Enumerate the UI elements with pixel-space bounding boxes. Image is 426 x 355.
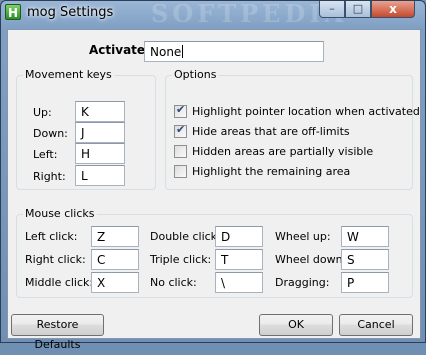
dragging-label: Dragging: — [275, 276, 330, 289]
text-caret — [182, 45, 184, 58]
double-click-label: Double click: — [150, 230, 221, 243]
options-title: Options — [172, 68, 219, 81]
activate-input[interactable]: None — [144, 41, 324, 62]
mouse-clicks-group: Mouse clicks Left click: Z Right click: … — [16, 207, 413, 298]
option-hide-offlimits[interactable]: Hide areas that are off-limits — [174, 123, 350, 141]
wheel-up-input[interactable]: W — [341, 226, 389, 247]
mouse-clicks-title: Mouse clicks — [23, 207, 97, 220]
left-key-input[interactable]: H — [75, 143, 125, 164]
restore-defaults-button[interactable]: Restore Defaults — [11, 314, 104, 351]
no-click-input[interactable]: \ — [215, 272, 263, 293]
middle-click-label: Middle click: — [25, 276, 94, 289]
option-label: Highlight the remaining area — [192, 165, 351, 178]
option-partially-visible[interactable]: Hidden areas are partially visible — [174, 145, 373, 161]
right-click-label: Right click: — [25, 253, 86, 266]
right-click-input[interactable]: C — [91, 249, 139, 270]
activate-value: None — [150, 45, 182, 59]
down-key-input[interactable]: J — [75, 122, 125, 143]
triple-click-input[interactable]: T — [215, 249, 263, 270]
right-key-input[interactable]: L — [75, 165, 125, 186]
wheel-down-label: Wheel down: — [275, 253, 347, 266]
window-title: mog Settings — [27, 5, 114, 20]
down-label: Down: — [33, 127, 68, 140]
double-click-input[interactable]: D — [215, 226, 263, 247]
checkbox-checked-icon[interactable] — [174, 123, 187, 138]
option-label: Highlight pointer location when activate… — [192, 105, 420, 118]
options-group: Options Highlight pointer location when … — [165, 68, 420, 190]
right-label: Right: — [33, 170, 66, 183]
settings-window: H mog Settings SOFTPEDIA – □ x Activate:… — [0, 0, 426, 351]
watermark: SOFTPEDIA — [151, 0, 348, 28]
checkbox-unchecked-icon[interactable] — [174, 145, 187, 158]
checkbox-checked-icon[interactable] — [174, 103, 187, 118]
left-label: Left: — [33, 148, 58, 161]
option-label: Hide areas that are off-limits — [192, 125, 350, 138]
up-label: Up: — [33, 106, 52, 119]
ok-button[interactable]: OK — [259, 314, 333, 336]
option-highlight-pointer[interactable]: Highlight pointer location when activate… — [174, 103, 420, 121]
option-highlight-remaining[interactable]: Highlight the remaining area — [174, 165, 350, 181]
middle-click-input[interactable]: X — [91, 272, 139, 293]
dragging-input[interactable]: P — [341, 272, 389, 293]
left-click-input[interactable]: Z — [91, 226, 139, 247]
minimize-button[interactable]: – — [319, 1, 345, 18]
title-bar[interactable]: H mog Settings SOFTPEDIA – □ x — [1, 0, 425, 28]
movement-keys-title: Movement keys — [23, 68, 114, 81]
app-icon: H — [5, 4, 21, 20]
cancel-button[interactable]: Cancel — [339, 314, 413, 336]
no-click-label: No click: — [150, 276, 197, 289]
wheel-down-input[interactable]: S — [341, 249, 389, 270]
maximize-button[interactable]: □ — [345, 1, 371, 18]
dialog-body: Activate: None Movement keys Up: K Down:… — [7, 29, 421, 351]
option-label: Hidden areas are partially visible — [192, 145, 374, 158]
up-key-input[interactable]: K — [75, 101, 125, 122]
wheel-up-label: Wheel up: — [275, 230, 331, 243]
activate-label: Activate: — [89, 43, 150, 57]
checkbox-unchecked-icon[interactable] — [174, 165, 187, 178]
triple-click-label: Triple click: — [150, 253, 212, 266]
close-button[interactable]: x — [371, 1, 415, 18]
movement-keys-group: Movement keys Up: K Down: J Left: H Righ… — [16, 68, 156, 190]
left-click-label: Left click: — [25, 230, 78, 243]
